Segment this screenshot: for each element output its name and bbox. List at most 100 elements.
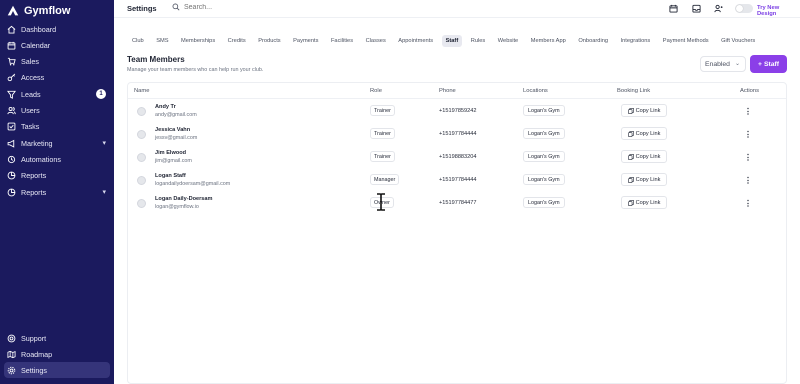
home-icon bbox=[6, 24, 16, 34]
leads-count-badge: 1 bbox=[96, 89, 106, 99]
calendar-icon[interactable] bbox=[669, 4, 678, 13]
table-row[interactable]: Logan Daily-Doersam logan@gymflow.io Own… bbox=[128, 192, 786, 215]
sidebar-item-automations[interactable]: Automations bbox=[4, 151, 110, 167]
search-icon bbox=[172, 3, 180, 11]
copy-link-button[interactable]: Copy Link bbox=[621, 127, 667, 140]
sidebar: Gymflow Dashboard Calendar Sales Access … bbox=[0, 0, 114, 384]
sidebar-item-access[interactable]: Access bbox=[4, 69, 110, 85]
copy-icon bbox=[627, 176, 634, 183]
copy-icon bbox=[627, 199, 634, 206]
app-logo[interactable]: Gymflow bbox=[6, 4, 70, 18]
col-header-name: Name bbox=[134, 88, 150, 94]
avatar bbox=[137, 107, 146, 116]
table-row[interactable]: Andy Tr andy@gmail.com Trainer +15197859… bbox=[128, 100, 786, 123]
location-badge: Logan's Gym bbox=[523, 174, 565, 185]
staff-phone: +15197859242 bbox=[439, 108, 477, 114]
staff-name: Andy Tr bbox=[155, 104, 176, 110]
funnel-icon bbox=[6, 89, 16, 99]
sidebar-item-label: Reports bbox=[21, 187, 47, 197]
copy-link-button[interactable]: Copy Link bbox=[621, 104, 667, 117]
staff-phone: +15198883204 bbox=[439, 154, 477, 160]
copy-icon bbox=[627, 153, 634, 160]
tab-rules[interactable]: Rules bbox=[467, 35, 490, 47]
top-bar: Settings Try New Design bbox=[114, 0, 800, 18]
tab-memberships[interactable]: Memberships bbox=[177, 35, 219, 47]
tab-members-app[interactable]: Members App bbox=[527, 35, 570, 47]
copy-link-button[interactable]: Copy Link bbox=[621, 173, 667, 186]
staff-phone: +15197784444 bbox=[439, 131, 477, 137]
table-row[interactable]: Jessica Vahn jessv@gmail.com Trainer +15… bbox=[128, 123, 786, 146]
tab-payment-methods[interactable]: Payment Methods bbox=[659, 35, 713, 47]
tab-integrations[interactable]: Integrations bbox=[617, 35, 655, 47]
sidebar-item-support[interactable]: Support bbox=[4, 330, 110, 346]
staff-name: Jessica Vahn bbox=[155, 127, 191, 133]
search-input[interactable] bbox=[184, 3, 304, 11]
row-actions-menu-icon[interactable]: ⋮ bbox=[743, 129, 753, 139]
tab-credits[interactable]: Credits bbox=[224, 35, 250, 47]
tab-club[interactable]: Club bbox=[128, 35, 148, 47]
tab-staff[interactable]: Staff bbox=[441, 35, 463, 47]
sidebar-item-tasks[interactable]: Tasks bbox=[4, 118, 110, 134]
copy-link-button[interactable]: Copy Link bbox=[621, 150, 667, 163]
chevron-down-icon: ⌄ bbox=[734, 61, 740, 67]
staff-name: Logan Daily-Doersam bbox=[155, 196, 213, 202]
try-new-design-label[interactable]: Try New Design bbox=[757, 5, 800, 17]
sidebar-item-marketing[interactable]: Marketing ▾ bbox=[4, 135, 110, 151]
sidebar-item-leads[interactable]: Leads 1 bbox=[4, 86, 110, 102]
table-row[interactable]: Logan Staff logandailydoersam@gmail.com … bbox=[128, 169, 786, 192]
search-bar[interactable] bbox=[172, 3, 304, 11]
role-badge: Trainer bbox=[370, 151, 395, 162]
location-badge: Logan's Gym bbox=[523, 128, 565, 139]
tab-sms[interactable]: SMS bbox=[152, 35, 172, 47]
sidebar-item-label: Leads bbox=[21, 89, 41, 99]
avatar bbox=[137, 176, 146, 185]
sidebar-item-label: Reports bbox=[21, 170, 47, 180]
sidebar-item-users[interactable]: Users bbox=[4, 102, 110, 118]
table-row[interactable]: Jim Elwood jim@gmail.com Trainer +151988… bbox=[128, 146, 786, 169]
copy-link-button[interactable]: Copy Link bbox=[621, 196, 667, 209]
copy-link-label: Copy Link bbox=[635, 107, 661, 114]
staff-email: logandailydoersam@gmail.com bbox=[155, 181, 231, 187]
text-cursor-icon bbox=[377, 193, 385, 211]
sidebar-item-dashboard[interactable]: Dashboard bbox=[4, 21, 110, 37]
row-actions-menu-icon[interactable]: ⋮ bbox=[743, 175, 753, 185]
staff-name: Jim Elwood bbox=[155, 150, 187, 156]
sidebar-item-label: Access bbox=[21, 72, 45, 82]
copy-link-label: Copy Link bbox=[635, 153, 661, 160]
col-header-booking-link: Booking Link bbox=[617, 88, 651, 94]
sidebar-item-reports[interactable]: Reports bbox=[4, 167, 110, 183]
tab-appointments[interactable]: Appointments bbox=[394, 35, 437, 47]
sidebar-item-label: Tasks bbox=[21, 121, 40, 131]
tab-onboarding[interactable]: Onboarding bbox=[574, 35, 612, 47]
tab-payments[interactable]: Payments bbox=[289, 35, 322, 47]
tab-products[interactable]: Products bbox=[254, 35, 284, 47]
sidebar-item-roadmap[interactable]: Roadmap bbox=[4, 346, 110, 362]
sidebar-item-sales[interactable]: Sales bbox=[4, 53, 110, 69]
tab-website[interactable]: Website bbox=[494, 35, 522, 47]
sidebar-item-calendar[interactable]: Calendar bbox=[4, 37, 110, 53]
new-design-toggle[interactable] bbox=[735, 4, 753, 13]
key-icon bbox=[6, 72, 16, 82]
status-filter-select[interactable]: Enabled ⌄ bbox=[700, 56, 746, 72]
col-header-locations: Locations bbox=[523, 88, 548, 94]
row-actions-menu-icon[interactable]: ⋮ bbox=[743, 198, 753, 208]
sidebar-item-settings[interactable]: Settings bbox=[4, 362, 110, 378]
app-name: Gymflow bbox=[24, 5, 71, 17]
row-actions-menu-icon[interactable]: ⋮ bbox=[743, 152, 753, 162]
tab-gift-vouchers[interactable]: Gift Vouchers bbox=[717, 35, 759, 47]
copy-link-label: Copy Link bbox=[635, 199, 661, 206]
role-badge: Trainer bbox=[370, 128, 395, 139]
sidebar-item-reports-group[interactable]: Reports ▾ bbox=[4, 184, 110, 200]
user-settings-icon[interactable] bbox=[714, 4, 723, 13]
sidebar-item-label: Marketing bbox=[21, 138, 53, 148]
tab-classes[interactable]: Classes bbox=[362, 35, 390, 47]
add-staff-button[interactable]: + Staff bbox=[750, 55, 787, 73]
tab-facilities[interactable]: Facilities bbox=[327, 35, 357, 47]
staff-phone: +15197784477 bbox=[439, 200, 477, 206]
row-actions-menu-icon[interactable]: ⋮ bbox=[743, 106, 753, 116]
gymflow-logo-icon bbox=[7, 5, 19, 16]
role-badge: Trainer bbox=[370, 105, 395, 116]
col-header-actions: Actions bbox=[740, 88, 760, 94]
inbox-icon[interactable] bbox=[692, 4, 701, 13]
tasks-icon bbox=[6, 121, 16, 131]
